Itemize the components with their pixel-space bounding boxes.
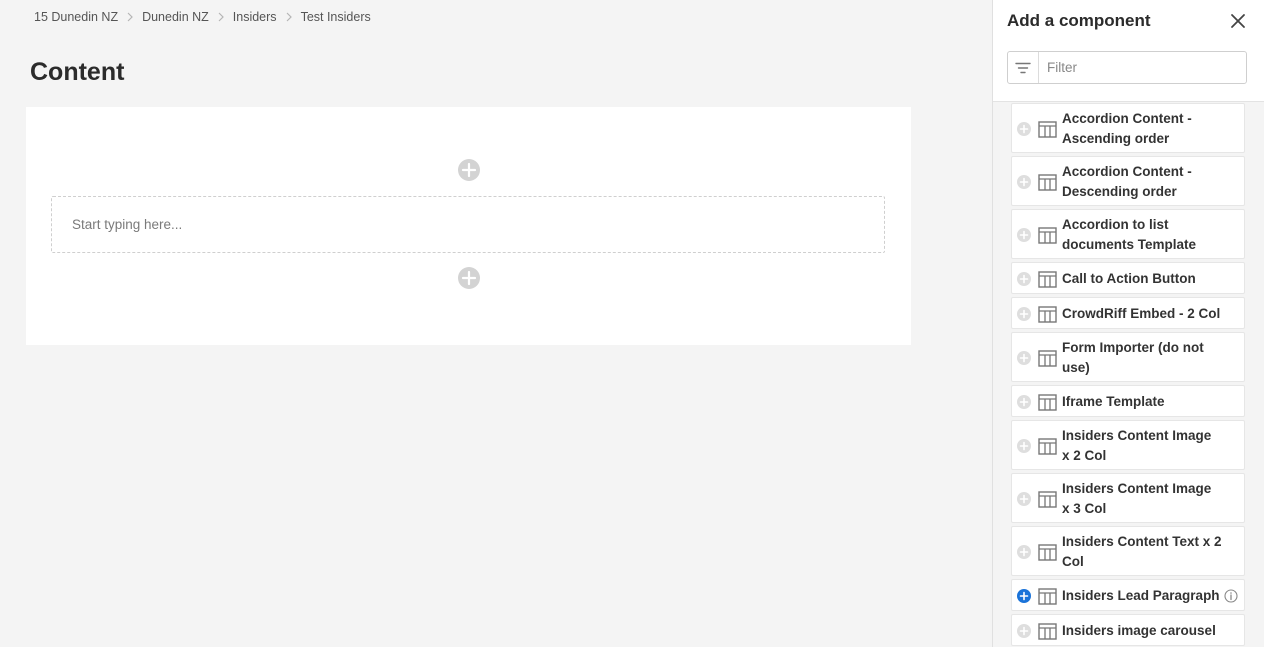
- component-item[interactable]: Form Importer (do not use): [1011, 332, 1245, 382]
- table-icon: [1038, 226, 1057, 244]
- table-icon: [1038, 437, 1057, 455]
- panel-title: Add a component: [1007, 11, 1151, 30]
- component-label: Insiders Content Image x 2 Col: [1062, 428, 1212, 463]
- filter-icon: [1008, 52, 1039, 83]
- breadcrumb: 15 Dunedin NZ Dunedin NZ Insiders Test I…: [34, 10, 371, 24]
- content-area: Start typing here...: [26, 107, 911, 345]
- component-item[interactable]: Accordion to list documents Template: [1011, 209, 1245, 259]
- component-item[interactable]: Accordion Content - Descending order: [1011, 156, 1245, 206]
- component-item[interactable]: CrowdRiff Embed - 2 Col: [1011, 297, 1245, 329]
- table-icon: [1038, 305, 1057, 323]
- component-item[interactable]: Insiders Lead Paragraph: [1011, 579, 1245, 611]
- plus-circle-icon[interactable]: [1017, 395, 1031, 409]
- plus-icon: [461, 162, 477, 178]
- component-item[interactable]: Insiders Content Image x 3 Col: [1011, 473, 1245, 523]
- breadcrumb-item[interactable]: Dunedin NZ: [142, 10, 209, 24]
- component-item[interactable]: Call to Action Button: [1011, 262, 1245, 294]
- component-item[interactable]: Insiders Content Text x 2 Col: [1011, 526, 1245, 576]
- plus-circle-icon[interactable]: [1017, 351, 1031, 365]
- main-area: 15 Dunedin NZ Dunedin NZ Insiders Test I…: [0, 0, 992, 647]
- table-icon: [1038, 393, 1057, 411]
- component-item[interactable]: Insiders image carousel: [1011, 614, 1245, 646]
- component-label: Insiders Content Text x 2 Col: [1062, 534, 1222, 569]
- add-block-below-button[interactable]: [458, 267, 480, 289]
- plus-circle-icon[interactable]: [1017, 228, 1031, 242]
- table-icon: [1038, 622, 1057, 640]
- plus-circle-icon[interactable]: [1017, 624, 1031, 638]
- table-icon: [1038, 349, 1057, 367]
- chevron-right-icon: [218, 12, 224, 22]
- component-label: CrowdRiff Embed - 2 Col: [1062, 306, 1221, 321]
- close-panel-button[interactable]: [1229, 12, 1247, 30]
- panel-header: Add a component: [993, 0, 1264, 102]
- component-label: Insiders Content Image x 3 Col: [1062, 481, 1212, 516]
- component-label: Form Importer (do not use): [1062, 340, 1204, 375]
- table-icon: [1038, 490, 1057, 508]
- breadcrumb-item-current[interactable]: Test Insiders: [301, 10, 371, 24]
- chevron-right-icon: [286, 12, 292, 22]
- plus-circle-icon[interactable]: [1017, 175, 1031, 189]
- plus-circle-icon[interactable]: [1017, 439, 1031, 453]
- breadcrumb-item[interactable]: Insiders: [233, 10, 277, 24]
- plus-circle-icon[interactable]: [1017, 122, 1031, 136]
- close-icon: [1231, 14, 1245, 28]
- content-editor[interactable]: Start typing here...: [51, 196, 885, 253]
- plus-circle-icon[interactable]: [1017, 589, 1031, 603]
- component-label: Insiders image carousel: [1062, 623, 1216, 638]
- page-title: Content: [30, 58, 125, 86]
- table-icon: [1038, 587, 1057, 605]
- component-label: Accordion Content - Descending order: [1062, 164, 1192, 199]
- plus-circle-icon[interactable]: [1017, 545, 1031, 559]
- plus-circle-icon[interactable]: [1017, 272, 1031, 286]
- plus-icon: [461, 270, 477, 286]
- table-icon: [1038, 543, 1057, 561]
- plus-circle-icon[interactable]: [1017, 307, 1031, 321]
- component-label: Accordion to list documents Template: [1062, 217, 1197, 252]
- plus-circle-icon[interactable]: [1017, 492, 1031, 506]
- table-icon: [1038, 173, 1057, 191]
- component-label: Iframe Template: [1062, 394, 1165, 409]
- add-component-panel: Add a component Accordion Content - Asce…: [992, 0, 1264, 647]
- component-label: Call to Action Button: [1062, 271, 1196, 286]
- table-icon: [1038, 120, 1057, 138]
- component-item[interactable]: Accordion Content - Ascending order: [1011, 103, 1245, 153]
- filter-input[interactable]: [1039, 59, 1239, 76]
- table-icon: [1038, 270, 1057, 288]
- breadcrumb-item[interactable]: 15 Dunedin NZ: [34, 10, 118, 24]
- component-label: Accordion Content - Ascending order: [1062, 111, 1192, 146]
- add-block-above-button[interactable]: [458, 159, 480, 181]
- component-label: Insiders Lead Paragraph: [1062, 588, 1220, 603]
- filter-box: [1007, 51, 1247, 84]
- component-item[interactable]: Insiders Content Image x 2 Col: [1011, 420, 1245, 470]
- chevron-right-icon: [127, 12, 133, 22]
- component-item[interactable]: Iframe Template: [1011, 385, 1245, 417]
- info-icon[interactable]: [1224, 589, 1238, 603]
